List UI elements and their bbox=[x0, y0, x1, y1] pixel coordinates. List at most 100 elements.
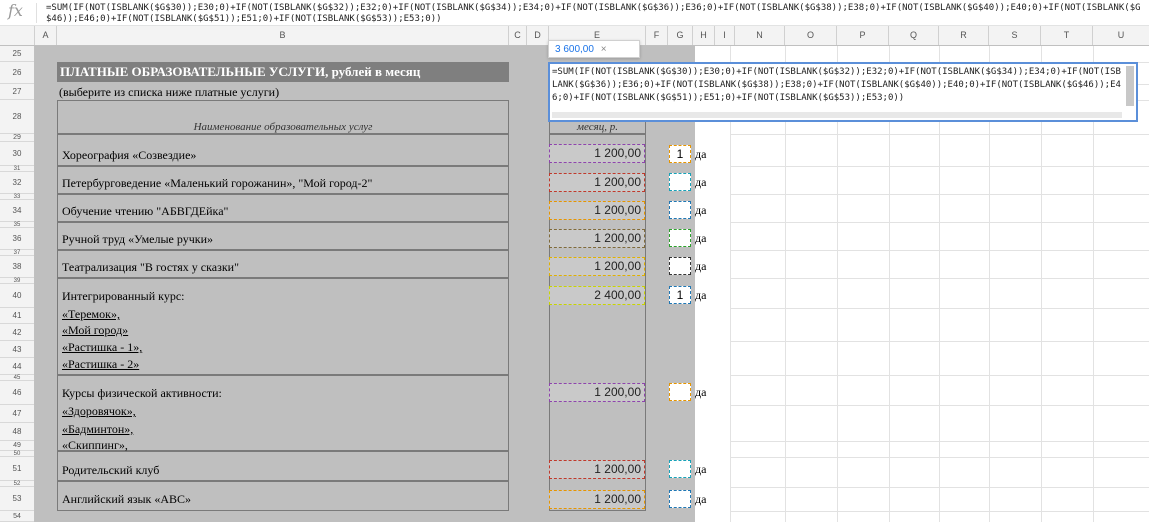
column-header-o[interactable]: O bbox=[785, 26, 837, 45]
row-header[interactable]: 34 bbox=[0, 200, 34, 222]
sheet-subtitle[interactable]: (выберите из списка ниже платные услуги) bbox=[59, 85, 279, 100]
column-header-t[interactable]: T bbox=[1041, 26, 1093, 45]
column-header-g[interactable]: G bbox=[668, 26, 693, 45]
yes-label: да bbox=[695, 288, 707, 302]
row-header[interactable]: 44 bbox=[0, 358, 34, 375]
price-cell[interactable]: 1 200,00 bbox=[549, 201, 645, 220]
selection-cell[interactable] bbox=[669, 201, 691, 219]
price-cell[interactable]: 1 200,00 bbox=[549, 383, 645, 402]
yes-label: да bbox=[695, 259, 707, 273]
service-subitem[interactable]: «Мой город» bbox=[62, 323, 128, 338]
service-name[interactable]: Обучение чтению "АБВГДЕйка" bbox=[62, 204, 228, 219]
yes-label: да bbox=[695, 385, 707, 399]
service-subitem[interactable]: «Растишка - 1», bbox=[62, 340, 142, 355]
service-subitem[interactable]: «Растишка - 2» bbox=[62, 357, 139, 372]
row-header[interactable]: 49 bbox=[0, 441, 34, 451]
row-header[interactable]: 53 bbox=[0, 487, 34, 511]
column-header-i[interactable]: I bbox=[715, 26, 735, 45]
row-header[interactable]: 48 bbox=[0, 423, 34, 441]
row-header[interactable]: 42 bbox=[0, 324, 34, 341]
price-cell[interactable]: 1 200,00 bbox=[549, 490, 645, 509]
editor-horizontal-scrollbar[interactable] bbox=[552, 112, 1122, 118]
row-header-column: 25 26 27 28 29 30 31 32 33 34 35 36 37 3… bbox=[0, 46, 35, 522]
select-all-corner[interactable] bbox=[0, 26, 35, 45]
value-tooltip: 3 600,00 × bbox=[548, 40, 640, 58]
row-header[interactable]: 27 bbox=[0, 84, 34, 100]
column-header-a[interactable]: A bbox=[35, 26, 57, 45]
service-name[interactable]: Театрализация "В гостях у сказки" bbox=[62, 260, 239, 275]
selection-cell[interactable] bbox=[669, 229, 691, 247]
column-header-b[interactable]: B bbox=[57, 26, 509, 45]
column-header-q[interactable]: Q bbox=[889, 26, 939, 45]
row-header[interactable]: 54 bbox=[0, 511, 34, 522]
service-name[interactable]: Хореография «Созвездие» bbox=[62, 148, 196, 163]
tooltip-value: 3 600,00 bbox=[555, 44, 594, 55]
price-cell[interactable]: 1 200,00 bbox=[549, 144, 645, 163]
selection-cell[interactable] bbox=[669, 460, 691, 478]
service-subitem[interactable]: «Теремок», bbox=[62, 307, 120, 322]
price-cell[interactable]: 1 200,00 bbox=[549, 229, 645, 248]
row-header[interactable]: 41 bbox=[0, 308, 34, 324]
selection-cell[interactable] bbox=[669, 173, 691, 191]
service-name[interactable]: Родительский клуб bbox=[62, 463, 159, 478]
yes-label: да bbox=[695, 462, 707, 476]
row-header[interactable]: 40 bbox=[0, 284, 34, 308]
service-name[interactable]: Петербурговедение «Маленький горожанин»,… bbox=[62, 176, 372, 191]
row-header[interactable]: 28 bbox=[0, 100, 34, 134]
service-name[interactable]: Интегрированный курс: bbox=[62, 289, 184, 304]
service-name[interactable]: Английский язык «ABC» bbox=[62, 492, 191, 507]
formula-bar[interactable]: fx =SUM(IF(NOT(ISBLANK($G$30));E30;0)+IF… bbox=[0, 0, 1149, 26]
row-header[interactable]: 43 bbox=[0, 341, 34, 358]
column-header-r[interactable]: R bbox=[939, 26, 989, 45]
row-header[interactable]: 46 bbox=[0, 381, 34, 405]
header-name-label: Наименование образовательных услуг bbox=[193, 121, 373, 133]
selection-cell[interactable] bbox=[669, 383, 691, 401]
service-name[interactable]: Ручной труд «Умелые ручки» bbox=[62, 232, 213, 247]
column-header-s[interactable]: S bbox=[989, 26, 1041, 45]
row-header[interactable]: 47 bbox=[0, 405, 34, 423]
price-cell[interactable]: 1 200,00 bbox=[549, 257, 645, 276]
gridline bbox=[730, 166, 1149, 167]
row-header[interactable]: 29 bbox=[0, 134, 34, 142]
column-header-h[interactable]: H bbox=[693, 26, 715, 45]
service-subitem[interactable]: «Скиппинг», bbox=[62, 438, 128, 453]
price-cell[interactable]: 1 200,00 bbox=[549, 460, 645, 479]
editor-scrollbar[interactable] bbox=[1126, 66, 1134, 106]
editor-formula-text[interactable]: =SUM(IF(NOT(ISBLANK($G$30));E30;0)+IF(NO… bbox=[552, 67, 1121, 103]
gridline bbox=[730, 250, 1149, 251]
close-icon[interactable]: × bbox=[601, 44, 607, 55]
selection-cell[interactable] bbox=[669, 490, 691, 508]
column-header-f[interactable]: F bbox=[646, 26, 668, 45]
selection-cell[interactable] bbox=[669, 257, 691, 275]
gridline bbox=[730, 278, 1149, 279]
service-name[interactable]: Курсы физической активности: bbox=[62, 386, 222, 401]
yes-label: да bbox=[695, 147, 707, 161]
row-header[interactable]: 25 bbox=[0, 46, 34, 62]
column-header-u[interactable]: U bbox=[1093, 26, 1149, 45]
row-header[interactable]: 36 bbox=[0, 228, 34, 250]
price-cell[interactable]: 1 200,00 bbox=[549, 173, 645, 192]
cell-formula-editor[interactable]: =SUM(IF(NOT(ISBLANK($G$30));E30;0)+IF(NO… bbox=[548, 62, 1138, 122]
yes-label: да bbox=[695, 175, 707, 189]
row-header[interactable]: 26 bbox=[0, 62, 34, 84]
gridline bbox=[730, 511, 1149, 512]
row-header[interactable]: 32 bbox=[0, 172, 34, 194]
column-header-p[interactable]: P bbox=[837, 26, 889, 45]
column-header-c[interactable]: C bbox=[509, 26, 527, 45]
service-subitem[interactable]: «Бадминтон», bbox=[62, 422, 133, 437]
selection-cell[interactable]: 1 bbox=[669, 145, 691, 163]
row-header[interactable]: 38 bbox=[0, 256, 34, 278]
service-subitem[interactable]: «Здоровячок», bbox=[62, 404, 136, 419]
gridline bbox=[730, 405, 1149, 406]
column-header-n[interactable]: N bbox=[735, 26, 785, 45]
row-header[interactable]: 51 bbox=[0, 457, 34, 481]
row-header[interactable]: 30 bbox=[0, 142, 34, 166]
formula-bar-text[interactable]: =SUM(IF(NOT(ISBLANK($G$30));E30;0)+IF(NO… bbox=[46, 3, 1144, 25]
gridline bbox=[730, 441, 1149, 442]
column-header-d[interactable]: D bbox=[527, 26, 549, 45]
sheet-title[interactable]: ПЛАТНЫЕ ОБРАЗОВАТЕЛЬНЫЕ УСЛУГИ, рублей в… bbox=[57, 62, 509, 82]
price-cell[interactable]: 2 400,00 bbox=[549, 286, 645, 305]
selection-cell[interactable]: 1 bbox=[669, 286, 691, 304]
fx-icon: fx bbox=[8, 1, 23, 20]
header-name-cell[interactable]: Наименование образовательных услуг bbox=[57, 100, 509, 134]
